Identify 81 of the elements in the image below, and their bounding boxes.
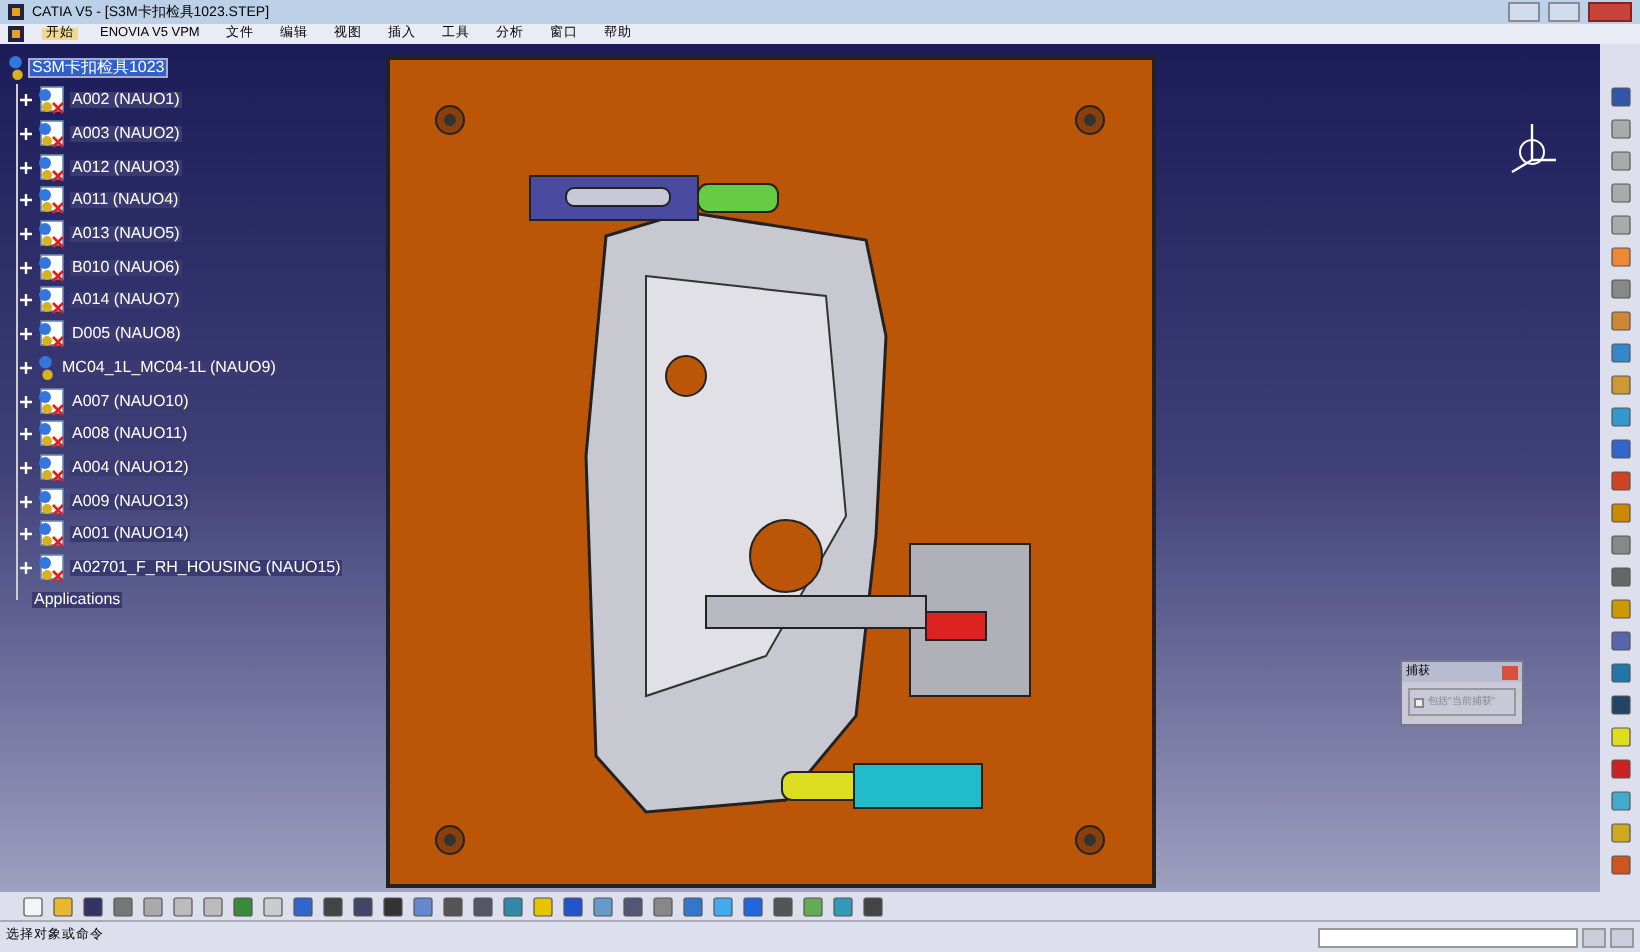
tool-icon[interactable] <box>80 894 104 918</box>
tree-item[interactable]: A014 (NAUO7) <box>70 292 182 309</box>
tool-icon[interactable] <box>860 894 884 918</box>
part-icon <box>38 153 64 182</box>
part-icon <box>38 120 64 149</box>
expand-icon[interactable] <box>20 328 32 341</box>
tool-icon[interactable] <box>500 894 524 918</box>
tool-icon[interactable] <box>1608 84 1632 108</box>
maximize-button[interactable] <box>1548 2 1580 22</box>
expand-icon[interactable] <box>20 294 32 307</box>
expand-icon[interactable] <box>20 461 32 474</box>
expand-icon[interactable] <box>20 395 32 408</box>
tool-icon[interactable] <box>740 894 764 918</box>
part-icon <box>38 220 64 249</box>
expand-icon[interactable] <box>20 228 32 241</box>
part-icon <box>38 553 64 582</box>
tool-icon[interactable] <box>1608 564 1632 588</box>
part-icon <box>38 253 64 282</box>
part-icon <box>38 420 64 449</box>
tree-item[interactable]: A008 (NAUO11) <box>70 426 190 443</box>
expand-icon[interactable] <box>20 428 32 441</box>
expand-icon[interactable] <box>20 94 32 107</box>
tool-icon[interactable] <box>320 894 344 918</box>
part-icon <box>38 320 64 349</box>
tree-item[interactable]: B010 (NAUO6) <box>70 259 182 276</box>
tool-icon[interactable] <box>230 894 254 918</box>
part-icon <box>38 186 64 215</box>
tool-icon[interactable] <box>1608 628 1632 652</box>
expand-icon[interactable] <box>20 128 32 141</box>
tool-icon[interactable] <box>1608 436 1632 460</box>
minimize-button[interactable] <box>1508 2 1540 22</box>
tree-item[interactable]: A013 (NAUO5) <box>70 226 182 243</box>
tool-icon[interactable] <box>680 894 704 918</box>
tool-icon[interactable] <box>290 894 314 918</box>
tree-item[interactable]: A003 (NAUO2) <box>70 126 182 143</box>
part-icon <box>38 387 64 416</box>
tool-icon[interactable] <box>1608 340 1632 364</box>
tree-item[interactable]: A004 (NAUO12) <box>70 459 191 476</box>
tree-item[interactable]: D005 (NAUO8) <box>70 326 183 343</box>
tool-icon[interactable] <box>1608 532 1632 556</box>
tool-icon[interactable] <box>830 894 854 918</box>
checkbox[interactable] <box>1414 697 1424 707</box>
tool-icon[interactable] <box>1608 852 1632 876</box>
part-icon <box>38 286 64 315</box>
part-icon <box>38 487 64 516</box>
expand-icon[interactable] <box>20 194 32 207</box>
expand-icon[interactable] <box>20 361 32 374</box>
command-input-field[interactable] <box>1318 927 1578 947</box>
tree-item[interactable]: A001 (NAUO14) <box>70 526 191 543</box>
tool-icon[interactable] <box>1608 276 1632 300</box>
tool-icon[interactable] <box>1608 404 1632 428</box>
tool-icon[interactable] <box>440 894 464 918</box>
part-icon <box>38 520 64 549</box>
expand-icon[interactable] <box>20 561 32 574</box>
tool-icon[interactable] <box>560 894 584 918</box>
part-icon <box>38 453 64 482</box>
part-icon <box>38 86 64 115</box>
tool-icon[interactable] <box>1608 756 1632 780</box>
tree-item[interactable]: A009 (NAUO13) <box>70 493 191 510</box>
tool-icon[interactable] <box>1608 692 1632 716</box>
tool-icon[interactable] <box>380 894 404 918</box>
expand-icon[interactable] <box>20 261 32 274</box>
tool-icon[interactable] <box>470 894 494 918</box>
tree-item[interactable]: A011 (NAUO4) <box>70 192 181 209</box>
expand-icon[interactable] <box>20 528 32 541</box>
expand-icon[interactable] <box>20 495 32 508</box>
tree-item[interactable]: A012 (NAUO3) <box>70 159 182 176</box>
tree-item[interactable]: A002 (NAUO1) <box>70 92 182 109</box>
tool-icon[interactable] <box>620 894 644 918</box>
tool-icon[interactable] <box>1608 660 1632 684</box>
tree-item[interactable]: Applications <box>32 592 123 609</box>
tree-item[interactable]: A02701_F_RH_HOUSING (NAUO15) <box>70 559 343 576</box>
tool-icon[interactable] <box>110 894 134 918</box>
tree-item[interactable]: MC04_1L_MC04-1L (NAUO9) <box>60 359 278 376</box>
tool-icon[interactable] <box>350 894 374 918</box>
tool-icon[interactable] <box>650 894 674 918</box>
tree-item[interactable]: A007 (NAUO10) <box>70 393 191 410</box>
tool-icon[interactable] <box>770 894 794 918</box>
tool-icon[interactable] <box>1608 468 1632 492</box>
tool-icon[interactable] <box>410 894 434 918</box>
expand-icon[interactable] <box>20 161 32 174</box>
